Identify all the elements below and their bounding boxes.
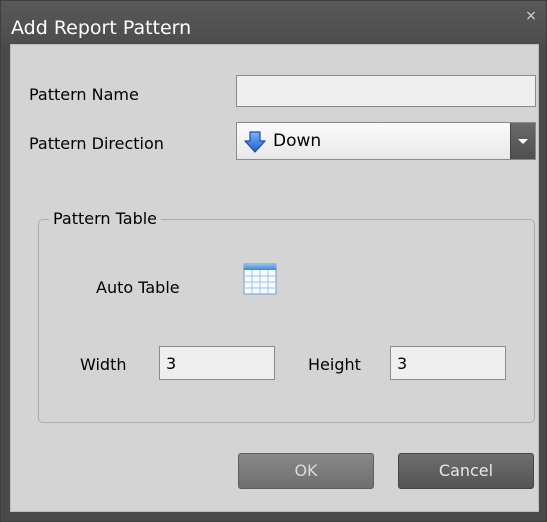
- arrow-down-icon: [244, 131, 266, 153]
- dialog-body: Pattern Name Pattern Direction Down Patt…: [10, 44, 539, 512]
- pattern-name-label: Pattern Name: [29, 85, 139, 104]
- chevron-down-icon[interactable]: [510, 123, 535, 159]
- title-bar[interactable]: Add Report Pattern ×: [1, 1, 546, 44]
- pattern-table-legend: Pattern Table: [49, 209, 162, 229]
- add-report-pattern-dialog: Add Report Pattern × Pattern Name Patter…: [0, 0, 547, 522]
- close-icon[interactable]: ×: [522, 7, 540, 25]
- ok-button[interactable]: OK: [238, 453, 374, 489]
- dialog-title: Add Report Pattern: [11, 17, 192, 39]
- pattern-direction-dropdown[interactable]: Down: [236, 122, 536, 160]
- width-label: Width: [80, 355, 127, 374]
- auto-table-label: Auto Table: [96, 278, 180, 297]
- height-label: Height: [308, 355, 361, 374]
- pattern-direction-value: Down: [273, 131, 322, 151]
- cancel-button[interactable]: Cancel: [398, 453, 534, 489]
- height-input[interactable]: [390, 346, 506, 380]
- table-grid-icon[interactable]: [243, 263, 277, 295]
- pattern-direction-label: Pattern Direction: [29, 134, 164, 153]
- width-input[interactable]: [159, 346, 275, 380]
- pattern-name-input[interactable]: [236, 75, 536, 107]
- pattern-table-group: Pattern Table: [38, 209, 535, 423]
